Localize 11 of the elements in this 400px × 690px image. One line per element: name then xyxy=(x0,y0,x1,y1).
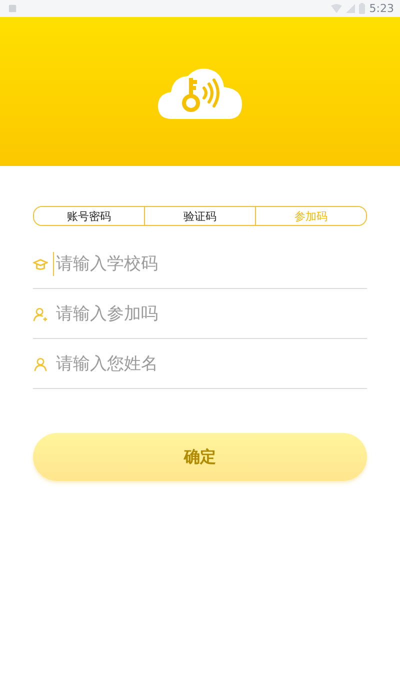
add-user-icon xyxy=(33,306,48,322)
wifi-icon xyxy=(331,4,342,13)
input-field[interactable]: 请输入学校码 xyxy=(53,252,367,276)
notification-icon xyxy=(8,4,17,13)
input-field[interactable]: 请输入您姓名 xyxy=(53,352,367,376)
signal-icon xyxy=(346,4,356,13)
user-icon xyxy=(33,356,48,372)
status-time: 5:23 xyxy=(369,2,394,15)
graduation-cap-icon xyxy=(33,256,48,272)
battery-icon xyxy=(359,3,366,14)
input-field[interactable]: 请输入参加吗 xyxy=(53,302,367,326)
